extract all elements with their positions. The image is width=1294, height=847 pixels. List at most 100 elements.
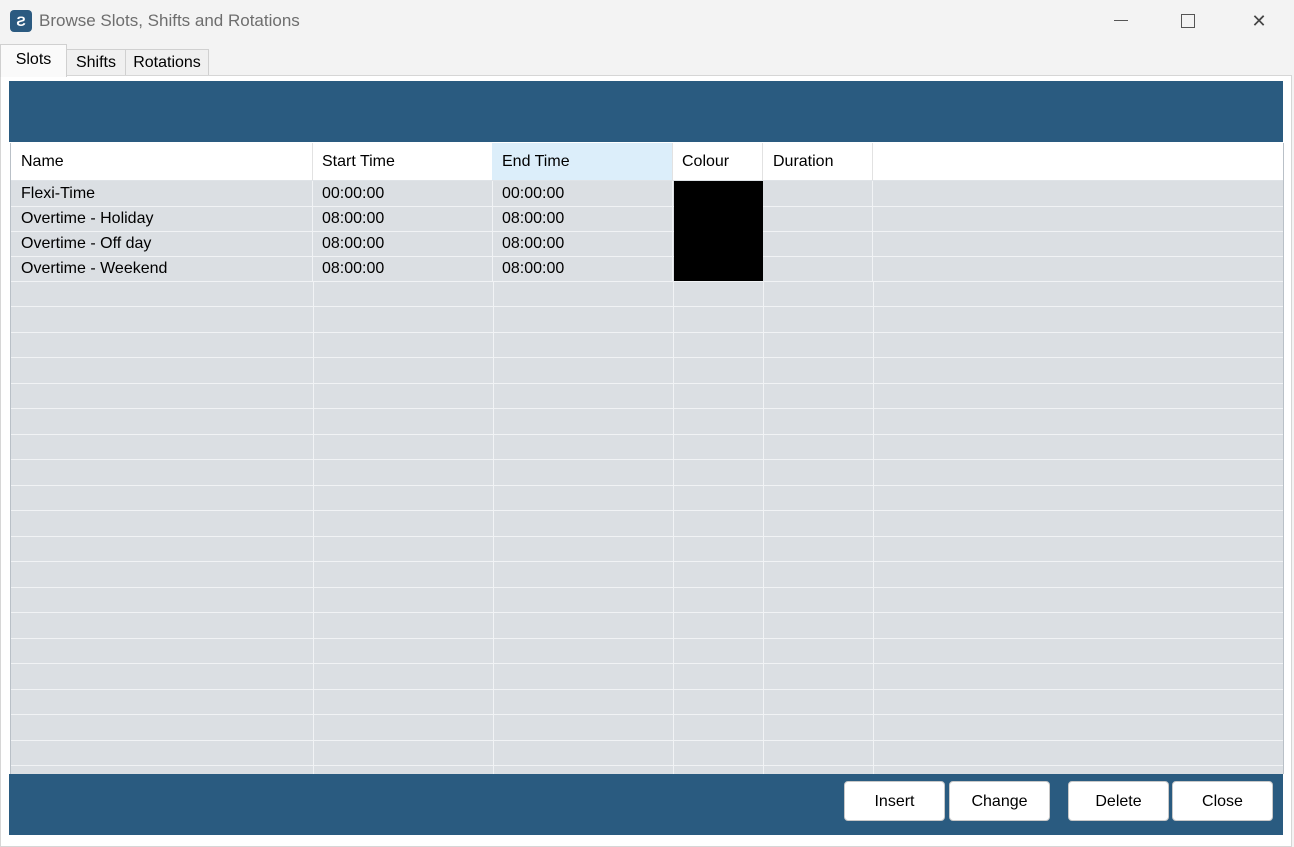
column-header-colour[interactable]: Colour — [672, 143, 763, 180]
column-divider — [313, 638, 314, 663]
close-button[interactable]: Close — [1172, 781, 1273, 821]
column-divider — [763, 332, 764, 357]
cell-name: Overtime - Weekend — [11, 256, 313, 281]
change-button[interactable]: Change — [949, 781, 1050, 821]
top-banner — [9, 81, 1283, 142]
cell-name: Flexi-Time — [11, 181, 313, 206]
column-divider — [313, 383, 314, 408]
column-divider — [313, 306, 314, 332]
delete-button[interactable]: Delete — [1068, 781, 1169, 821]
column-divider — [493, 408, 494, 434]
column-divider — [313, 587, 314, 612]
empty-row — [11, 357, 1283, 384]
column-divider — [493, 332, 494, 357]
empty-row — [11, 434, 1283, 460]
column-divider — [493, 281, 494, 306]
column-divider — [873, 612, 874, 638]
window-title: Browse Slots, Shifts and Rotations — [39, 11, 300, 30]
column-divider — [493, 663, 494, 689]
column-divider — [873, 663, 874, 689]
cell-start-time: 08:00:00 — [312, 206, 493, 231]
column-divider — [313, 689, 314, 714]
column-divider — [493, 485, 494, 510]
app-logo-icon: Ƨ — [10, 10, 32, 32]
column-divider — [673, 765, 674, 774]
column-divider — [673, 740, 674, 765]
table-row[interactable]: Overtime - Weekend 08:00:00 08:00:00 — [11, 256, 1283, 282]
column-divider — [673, 714, 674, 740]
column-divider — [493, 714, 494, 740]
column-divider — [313, 434, 314, 459]
column-divider — [763, 485, 764, 510]
column-divider — [873, 587, 874, 612]
column-divider — [673, 485, 674, 510]
column-divider — [873, 765, 874, 774]
column-header-blank — [872, 143, 1283, 180]
empty-row — [11, 638, 1283, 664]
column-divider — [673, 561, 674, 587]
column-divider — [763, 587, 764, 612]
column-divider — [763, 306, 764, 332]
column-divider — [673, 434, 674, 459]
column-divider — [673, 587, 674, 612]
column-divider — [873, 485, 874, 510]
column-divider — [673, 459, 674, 485]
column-divider — [763, 408, 764, 434]
column-header-end-time[interactable]: End Time — [492, 143, 673, 180]
column-divider — [673, 332, 674, 357]
empty-row — [11, 510, 1283, 537]
column-divider — [313, 765, 314, 774]
column-divider — [873, 408, 874, 434]
empty-row — [11, 281, 1283, 307]
tab-rotations[interactable]: Rotations — [125, 49, 209, 76]
empty-row — [11, 383, 1283, 409]
tab-slots[interactable]: Slots — [0, 44, 67, 77]
column-divider — [673, 306, 674, 332]
maximize-button[interactable] — [1152, 0, 1222, 42]
column-divider — [313, 408, 314, 434]
empty-row — [11, 536, 1283, 562]
column-divider — [763, 434, 764, 459]
column-divider — [493, 306, 494, 332]
empty-row — [11, 408, 1283, 435]
colour-swatch — [674, 231, 763, 256]
column-divider — [493, 383, 494, 408]
button-bar: Insert Change Delete Close — [9, 774, 1283, 835]
column-header-duration[interactable]: Duration — [763, 143, 873, 180]
column-divider — [313, 459, 314, 485]
column-divider — [763, 765, 764, 774]
table-row[interactable]: Flexi-Time 00:00:00 00:00:00 — [11, 181, 1283, 207]
column-divider — [873, 510, 874, 536]
column-divider — [763, 714, 764, 740]
tab-shifts[interactable]: Shifts — [65, 49, 127, 76]
grid-header: Name Start Time End Time Colour Duration — [11, 143, 1283, 181]
column-divider — [313, 740, 314, 765]
column-header-start-time[interactable]: Start Time — [312, 143, 493, 180]
minimize-button[interactable] — [1086, 0, 1156, 42]
close-icon: ✕ — [1251, 11, 1267, 31]
column-divider — [763, 510, 764, 536]
column-divider — [313, 663, 314, 689]
column-header-name[interactable]: Name — [11, 143, 313, 180]
cell-duration — [763, 256, 873, 281]
insert-button[interactable]: Insert — [844, 781, 945, 821]
column-divider — [763, 281, 764, 306]
column-divider — [873, 357, 874, 383]
title-bar: Ƨ Browse Slots, Shifts and Rotations ✕ — [0, 0, 1294, 44]
table-row[interactable]: Overtime - Holiday 08:00:00 08:00:00 — [11, 206, 1283, 232]
colour-swatch — [674, 206, 763, 231]
column-divider — [763, 638, 764, 663]
column-divider — [673, 383, 674, 408]
slots-grid[interactable]: Name Start Time End Time Colour Duration… — [10, 143, 1284, 774]
column-divider — [493, 740, 494, 765]
window-close-button[interactable]: ✕ — [1224, 0, 1294, 42]
column-divider — [873, 383, 874, 408]
column-divider — [763, 663, 764, 689]
column-divider — [493, 638, 494, 663]
empty-row — [11, 561, 1283, 588]
column-divider — [493, 434, 494, 459]
table-row[interactable]: Overtime - Off day 08:00:00 08:00:00 — [11, 231, 1283, 257]
column-divider — [313, 357, 314, 383]
empty-row — [11, 332, 1283, 358]
cell-end-time: 08:00:00 — [492, 256, 673, 281]
